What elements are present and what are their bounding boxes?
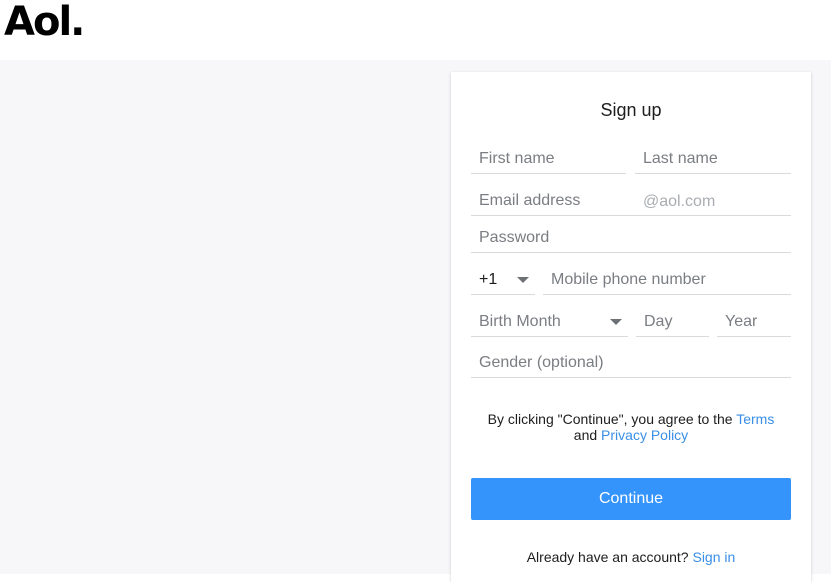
legal-and: and	[573, 427, 602, 443]
birth-month-placeholder: Birth Month	[479, 313, 561, 330]
continue-button[interactable]: Continue	[471, 478, 791, 520]
signin-prompt: Already have an account?	[526, 549, 693, 565]
password-placeholder: Password	[479, 229, 550, 246]
aol-logo[interactable]: Aol.	[4, 0, 85, 44]
email-domain-suffix: @aol.com	[643, 193, 716, 210]
last-name-field[interactable]: Last name	[635, 142, 791, 174]
last-name-placeholder: Last name	[643, 150, 718, 167]
first-name-field[interactable]: First name	[471, 142, 626, 174]
country-code-select[interactable]: +1	[471, 263, 535, 295]
password-field[interactable]: Password	[471, 221, 791, 253]
gender-placeholder: Gender (optional)	[479, 354, 604, 371]
country-code-value: +1	[479, 271, 498, 288]
chevron-down-icon	[610, 319, 622, 325]
legal-prefix: By clicking "Continue", you agree to the	[487, 411, 737, 427]
form-title: Sign up	[600, 100, 662, 120]
legal-text: By clicking "Continue", you agree to the…	[471, 411, 791, 443]
privacy-policy-link[interactable]: Privacy Policy	[601, 427, 688, 443]
year-placeholder: Year	[725, 313, 758, 330]
birth-year-field[interactable]: Year	[717, 305, 791, 337]
birth-month-select[interactable]: Birth Month	[471, 305, 628, 337]
email-field[interactable]: Email address @aol.com	[471, 184, 791, 216]
birth-day-field[interactable]: Day	[636, 305, 709, 337]
sign-in-link[interactable]: Sign in	[692, 549, 735, 565]
terms-link[interactable]: Terms	[736, 411, 774, 427]
phone-field[interactable]: Mobile phone number	[543, 263, 791, 295]
chevron-down-icon	[517, 277, 529, 283]
gender-field[interactable]: Gender (optional)	[471, 346, 791, 378]
header: Aol.	[0, 0, 831, 60]
first-name-placeholder: First name	[479, 150, 555, 167]
email-placeholder: Email address	[479, 192, 581, 209]
day-placeholder: Day	[644, 313, 673, 330]
signup-card: Sign up First name Last name Email addre…	[451, 72, 811, 582]
phone-placeholder: Mobile phone number	[551, 271, 706, 288]
signin-row: Already have an account? Sign in	[451, 549, 811, 565]
